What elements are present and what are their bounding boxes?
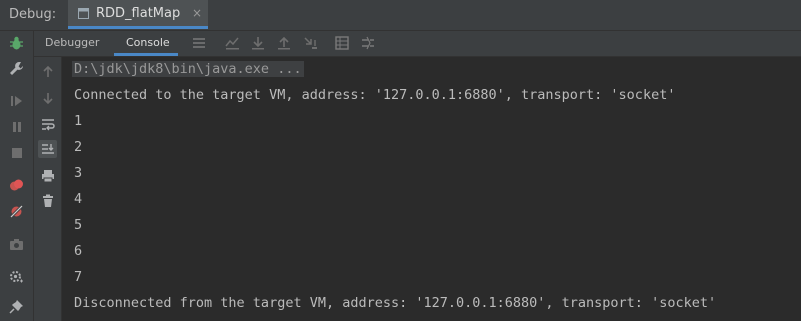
- step-into-icon[interactable]: [276, 35, 292, 51]
- console-line: Connected to the target VM, address: '12…: [74, 87, 676, 103]
- console-side-toolbar: [34, 57, 62, 321]
- down-arrow-icon[interactable]: [38, 89, 57, 107]
- app-window-icon: [78, 8, 89, 19]
- close-tab-icon[interactable]: ×: [192, 6, 202, 20]
- pin-icon[interactable]: [8, 298, 25, 315]
- console-line: 5: [74, 217, 83, 233]
- debug-left-toolbar: [0, 31, 34, 321]
- evaluate-expression-icon[interactable]: [334, 35, 350, 51]
- camera-icon[interactable]: [8, 236, 25, 253]
- menu-icon[interactable]: [191, 35, 207, 51]
- debug-bug-icon[interactable]: [8, 35, 25, 52]
- tab-debugger[interactable]: Debugger: [45, 36, 99, 49]
- console-line: 6: [74, 243, 83, 259]
- trash-icon[interactable]: [38, 192, 57, 210]
- mute-breakpoints-icon[interactable]: [8, 203, 25, 220]
- run-config-tab-label: RDD_flatMap: [96, 6, 181, 21]
- step-over-icon[interactable]: [250, 35, 266, 51]
- active-tab-indicator: [114, 53, 178, 56]
- console-line: 7: [74, 269, 83, 285]
- soft-wrap-icon[interactable]: [38, 115, 57, 133]
- resume-icon[interactable]: [8, 92, 25, 109]
- trace-icon[interactable]: [360, 35, 376, 51]
- wrench-icon[interactable]: [8, 60, 25, 77]
- debug-label: Debug:: [9, 7, 57, 22]
- console-line: Disconnected from the target VM, address…: [74, 295, 717, 311]
- console-command-line[interactable]: D:\jdk\jdk8\bin\java.exe ...: [72, 61, 304, 77]
- debug-tool-window-header: Debug: RDD_flatMap ×: [0, 0, 801, 31]
- print-icon[interactable]: [38, 167, 57, 185]
- view-breakpoints-icon[interactable]: [8, 177, 25, 194]
- settings-icon[interactable]: [8, 268, 25, 285]
- step-out-icon[interactable]: [302, 35, 318, 51]
- pause-icon[interactable]: [8, 118, 25, 135]
- tab-console[interactable]: Console: [126, 36, 170, 49]
- show-execution-point-icon[interactable]: [224, 35, 240, 51]
- console-line: 4: [74, 191, 83, 207]
- stop-icon[interactable]: [8, 144, 25, 161]
- console-line: 2: [74, 139, 83, 155]
- console-output[interactable]: D:\jdk\jdk8\bin\java.exe ... Connected t…: [62, 57, 801, 321]
- debug-toolbar: Debugger Console: [34, 31, 801, 57]
- run-config-tab[interactable]: RDD_flatMap ×: [68, 0, 208, 29]
- console-line: 1: [74, 113, 83, 129]
- up-arrow-icon[interactable]: [38, 63, 57, 81]
- console-line: 3: [74, 165, 83, 181]
- scroll-to-end-icon[interactable]: [38, 140, 57, 158]
